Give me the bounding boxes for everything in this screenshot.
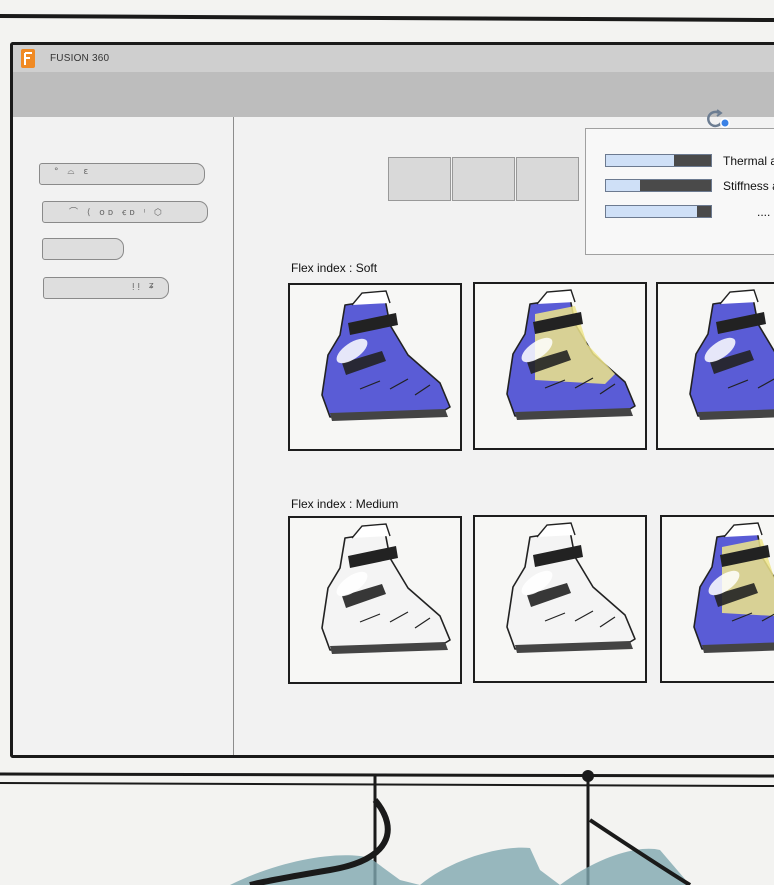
segment-button-1[interactable] [388,157,451,201]
toolbar [13,72,774,128]
ski-boot-illustration [689,289,774,420]
tool-pill-1[interactable]: ° ⌓ ε [39,163,205,185]
property-bar[interactable] [605,154,712,167]
property-label: Stiffness a [723,179,774,193]
title-bar: FUSION 360 [13,45,774,73]
property-row-stiffness[interactable]: Stiffness a [605,178,774,194]
property-bar-fill [606,155,675,166]
property-bar-fill [606,180,640,191]
tool-pill-2[interactable]: ⌒ ⟨ oᴅ ꞓᴅ ᵎ ⬡ [42,201,208,223]
properties-popover: Thermal a Stiffness a .... [585,128,774,255]
tool-pill-glyphs: ° ⌓ ε [54,167,92,177]
property-bar[interactable] [605,205,712,218]
section-label-medium: Flex index : Medium [291,497,399,511]
tool-pill-3[interactable] [42,238,124,260]
ski-boot-illustration [506,522,636,653]
property-row-thermal[interactable]: Thermal a [605,153,774,169]
boot-thumbnail[interactable] [656,282,774,450]
segment-button-2[interactable] [452,157,515,201]
tool-pill-glyphs: ᴉᴉ ʑ [132,281,157,291]
boot-thumbnail[interactable] [473,282,647,450]
ski-boot-illustration [506,289,636,420]
property-label: .... [757,205,771,219]
property-row-more[interactable]: .... [605,204,774,220]
property-bar-fill [606,206,698,217]
tool-pill-glyphs: ⌒ ⟨ oᴅ ꞓᴅ ᵎ ⬡ [69,208,165,218]
property-label: Thermal a [723,154,774,168]
segment-button-3[interactable] [516,157,579,201]
app-window: FUSION 360 ° ⌓ ε ⌒ ⟨ oᴅ ꞓᴅ ᵎ ⬡ ᴉᴉ ʑ Ther… [10,42,774,758]
app-title: FUSION 360 [50,53,110,64]
ski-boot-illustration [321,523,451,654]
ski-boot-illustration [693,522,774,653]
view-segment-control [388,157,580,201]
boot-thumbnail[interactable] [473,515,647,683]
boot-thumbnail[interactable] [288,283,462,451]
ski-boot-illustration [321,290,451,421]
boot-thumbnail[interactable] [288,516,462,684]
boot-thumbnail[interactable] [660,515,774,683]
property-bar[interactable] [605,179,712,192]
tool-pill-4[interactable]: ᴉᴉ ʑ [43,277,169,299]
sidebar: ° ⌓ ε ⌒ ⟨ oᴅ ꞓᴅ ᵎ ⬡ ᴉᴉ ʑ [13,117,234,755]
fusion-logo-icon [21,49,35,68]
section-label-soft: Flex index : Soft [291,261,378,275]
